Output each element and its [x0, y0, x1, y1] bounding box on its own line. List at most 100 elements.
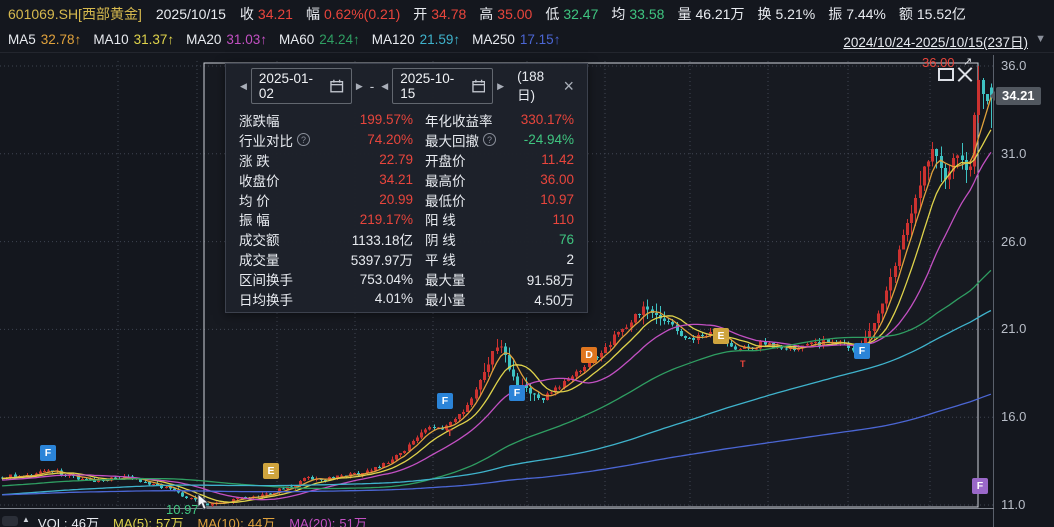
range-dropdown-icon[interactable]: ▼ — [1035, 33, 1046, 45]
event-badge-F[interactable]: F — [437, 393, 453, 409]
stat-value: 91.58万 — [511, 269, 574, 289]
stock-symbol[interactable]: 601069.SH[西部黄金] — [8, 4, 142, 24]
field-value: 34.21 — [258, 6, 293, 22]
stat-value: 219.17% — [317, 212, 413, 227]
stat-value: -24.94% — [511, 132, 574, 147]
vol-ma-item: MA(5): 57万 — [113, 516, 183, 527]
vol-ma-item: VOL:46万 — [38, 516, 99, 527]
collapse-triangle-icon[interactable]: ▲ — [22, 515, 30, 524]
ma-indicator: MA1031.37↑ — [93, 32, 174, 47]
event-badge-E[interactable]: E — [263, 463, 279, 479]
stat-label: 阴 线 — [425, 229, 511, 249]
stat-row: 日均换手4.01%最小量4.50万 — [239, 289, 574, 309]
ma-label: MA5 — [8, 32, 36, 47]
price-axis: 36.031.026.021.016.011.0 34.21 — [993, 55, 1054, 527]
start-date-prev-icon[interactable]: ◀ — [236, 81, 251, 92]
ma-value: 31.37↑ — [134, 32, 175, 47]
stat-label: 成交额 — [239, 229, 317, 249]
ma-indicator: MA25017.15↑ — [472, 32, 560, 47]
ma-value: 24.24↑ — [319, 32, 360, 47]
vol-ma-label: VOL: — [38, 516, 68, 527]
quote-date: 2025/10/15 — [156, 6, 226, 22]
quote-field: 幅0.62%(0.21) — [306, 6, 400, 22]
stat-label: 开盘价 — [425, 150, 511, 170]
stat-label: 行业对比? — [239, 130, 317, 150]
end-date-prev-icon[interactable]: ◀ — [377, 81, 392, 92]
event-badge-F[interactable]: F — [854, 343, 870, 359]
field-label: 振 — [828, 6, 842, 22]
ma-value: 17.15↑ — [520, 32, 561, 47]
event-badge-F[interactable]: F — [509, 385, 525, 401]
stat-row: 行业对比?74.20%最大回撤?-24.94% — [239, 130, 574, 150]
start-date-value: 2025-01-02 — [259, 71, 325, 101]
end-date-picker[interactable]: 2025-10-15 — [392, 68, 493, 104]
stat-row: 涨 跌22.79 开盘价11.42 — [239, 150, 574, 170]
volume-pane-header: ▲ VOL:46万MA(5):57万MA(10):44万MA(20):51万 — [0, 513, 1054, 527]
calendar-icon[interactable] — [330, 79, 343, 93]
help-question-icon[interactable]: ? — [483, 133, 496, 146]
field-label: 开 — [413, 6, 427, 22]
stat-row: 均 价20.99最低价10.97 — [239, 190, 574, 210]
start-date-next-icon[interactable]: ▶ — [352, 81, 367, 92]
stat-label: 振 幅 — [239, 209, 317, 229]
stat-value: 11.42 — [511, 152, 574, 167]
stat-value: 76 — [511, 232, 574, 247]
event-badge-F[interactable]: F — [972, 478, 988, 494]
visible-range-label[interactable]: 2024/10/24-2025/10/15(237日) — [843, 31, 1028, 51]
trading-terminal: 601069.SH[西部黄金] 2025/10/15 收34.21幅0.62%(… — [0, 0, 1054, 527]
volume-ma-values: VOL:46万MA(5):57万MA(10):44万MA(20):51万 — [38, 513, 381, 527]
stat-value: 22.79 — [317, 152, 413, 167]
vol-ma-value: 44万 — [248, 516, 275, 527]
t-marker: T — [740, 359, 746, 369]
stat-value: 1133.18亿 — [317, 229, 413, 249]
vol-ma-label: MA(10): — [197, 516, 243, 527]
ma-indicator: MA12021.59↑ — [372, 32, 460, 47]
stat-value: 10.97 — [511, 192, 574, 207]
stat-label: 涨 跌 — [239, 150, 317, 170]
quote-field: 高35.00 — [479, 6, 532, 22]
box-select-icon[interactable] — [938, 68, 954, 81]
stat-value: 34.21 — [317, 172, 413, 187]
ma-label: MA60 — [279, 32, 314, 47]
event-badge-E[interactable]: E — [713, 328, 729, 344]
stat-label: 最大回撤? — [425, 130, 511, 150]
help-question-icon[interactable]: ? — [297, 133, 310, 146]
plot-bottom-border — [0, 508, 994, 509]
stat-label: 涨跌幅 — [239, 110, 317, 130]
field-value: 46.21万 — [695, 6, 744, 22]
stat-label: 最大量 — [425, 269, 511, 289]
popup-close-icon[interactable]: × — [560, 78, 577, 94]
calendar-icon[interactable] — [472, 79, 485, 93]
start-date-picker[interactable]: 2025-01-02 — [251, 68, 352, 104]
quote-field: 振7.44% — [828, 6, 886, 22]
price-tick: 36.0 — [1001, 58, 1026, 73]
event-badge-F[interactable]: F — [40, 445, 56, 461]
event-badge-D[interactable]: D — [581, 347, 597, 363]
vol-ma-label: MA(20): — [289, 516, 335, 527]
stat-row: 振 幅219.17%阳 线110 — [239, 209, 574, 229]
price-tick: 11.0 — [1001, 497, 1025, 512]
price-tick: 21.0 — [1001, 321, 1026, 336]
vol-ma-label: MA(5): — [113, 516, 152, 527]
stat-value: 4.50万 — [511, 289, 574, 309]
field-value: 5.21% — [775, 6, 815, 22]
stat-value: 199.57% — [317, 112, 413, 127]
stat-value: 5397.97万 — [317, 249, 413, 269]
field-value: 33.58 — [629, 6, 664, 22]
mouse-cursor-icon — [197, 493, 211, 511]
ma-label: MA20 — [186, 32, 221, 47]
stat-row: 收盘价34.21最高价36.00 — [239, 170, 574, 190]
field-label: 高 — [479, 6, 493, 22]
field-value: 35.00 — [497, 6, 532, 22]
field-label: 低 — [545, 6, 559, 22]
quote-field: 量46.21万 — [677, 6, 744, 22]
price-tick: 16.0 — [1001, 409, 1026, 424]
field-value: 15.52亿 — [917, 6, 966, 22]
volume-pane-button[interactable] — [2, 516, 18, 526]
ma-items: MA532.78↑MA1031.37↑MA2031.03↑MA6024.24↑M… — [8, 32, 572, 47]
stat-row: 涨跌幅199.57%年化收益率330.17% — [239, 110, 574, 130]
stat-value: 330.17% — [511, 112, 574, 127]
vol-ma-value: 57万 — [156, 516, 183, 527]
selection-close-icon[interactable] — [957, 66, 972, 81]
end-date-next-icon[interactable]: ▶ — [493, 81, 508, 92]
